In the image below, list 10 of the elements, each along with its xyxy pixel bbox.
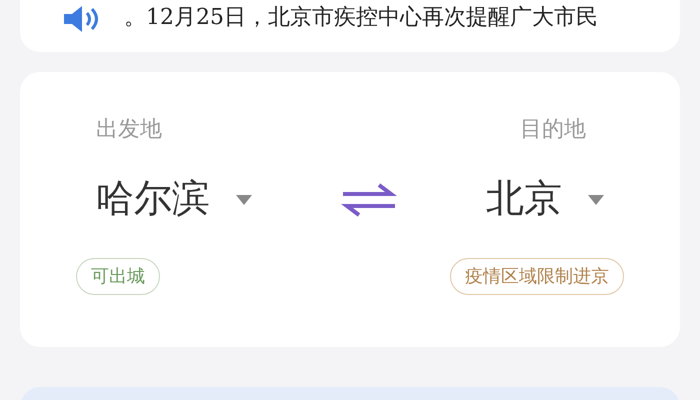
origin-status-tag: 可出城	[76, 258, 160, 295]
origin-select[interactable]: 哈尔滨	[96, 171, 252, 228]
destination-label: 目的地	[520, 115, 586, 143]
notice-text: 。12月25日，北京市疾控中心再次提醒广大市民	[124, 4, 598, 32]
caret-icon	[588, 194, 604, 204]
swap-icon[interactable]	[341, 182, 397, 218]
origin-label: 出发地	[96, 115, 162, 143]
caret-icon	[236, 194, 252, 204]
destination-status-tag: 疫情区域限制进京	[450, 258, 624, 295]
destination-select[interactable]: 北京	[486, 171, 604, 228]
